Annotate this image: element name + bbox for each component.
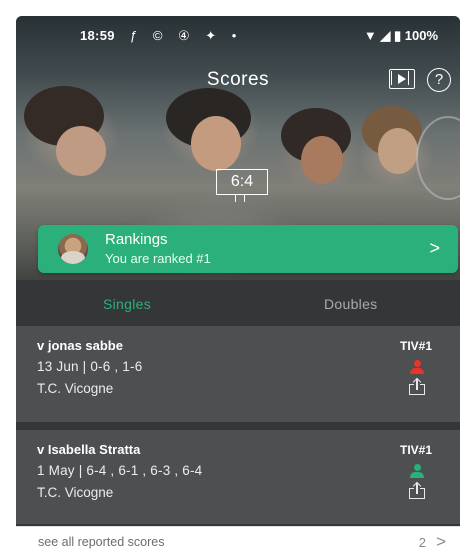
match-detail: 1 May | 6-4 , 6-1 , 6-3 , 6-4 (37, 463, 203, 478)
battery-icon: ▮ (393, 28, 402, 43)
reported-scores-link[interactable]: see all reported scores 2 > (16, 526, 460, 554)
ranking-tag: TIV#1 (399, 339, 432, 353)
chevron-right-icon: > (436, 532, 446, 551)
avatar (58, 234, 88, 264)
chevron-right-icon: > (429, 238, 440, 258)
opponent-name: v jonas sabbe (37, 338, 123, 353)
share-icon[interactable] (409, 377, 425, 395)
tab-singles[interactable]: Singles (103, 296, 151, 312)
person-win-icon (410, 464, 424, 478)
video-icon[interactable] (389, 69, 415, 89)
list-item[interactable]: v Isabella Stratta 1 May | 6-4 , 6-1 , 6… (16, 430, 460, 524)
match-detail: 13 Jun | 0-6 , 1-6 (37, 359, 143, 374)
film-strip-left (391, 71, 395, 85)
person-loss-icon (410, 360, 424, 374)
signal-icon: ◢ (380, 28, 391, 43)
rankings-title: Rankings (105, 231, 168, 248)
list-item[interactable]: v jonas sabbe 13 Jun | 0-6 , 1-6 T.C. Vi… (16, 326, 460, 422)
share-icon[interactable] (409, 481, 425, 499)
status-icons: ƒ © ④ ✦ • (130, 28, 243, 43)
app-screen: 18:59 ƒ © ④ ✦ • ▼ ◢ ▮ 100% Scores ? 6:4 … (16, 16, 460, 554)
status-bar: 18:59 ƒ © ④ ✦ • ▼ ◢ ▮ 100% (16, 16, 460, 52)
status-time: 18:59 (80, 28, 115, 43)
wifi-icon: ▼ (363, 28, 377, 43)
help-icon[interactable]: ? (427, 68, 451, 92)
club-name: T.C. Vicogne (37, 381, 114, 396)
tab-bar: Singles Doubles (16, 280, 460, 326)
scoreboard-post (235, 195, 245, 202)
rankings-card[interactable]: Rankings You are ranked #1 > (38, 225, 458, 273)
opponent-name: v Isabella Stratta (37, 442, 141, 457)
club-name: T.C. Vicogne (37, 485, 114, 500)
rankings-subtitle: You are ranked #1 (105, 251, 211, 266)
ranking-tag: TIV#1 (399, 443, 432, 457)
scoreboard-sign: 6:4 (216, 169, 268, 195)
reported-scores-label: see all reported scores (38, 535, 165, 549)
hero-banner: 18:59 ƒ © ④ ✦ • ▼ ◢ ▮ 100% Scores ? 6:4 … (16, 16, 460, 280)
reported-scores-count: 2 (418, 535, 426, 550)
play-icon (398, 74, 406, 84)
tab-doubles[interactable]: Doubles (324, 296, 377, 312)
battery-percent: 100% (404, 28, 438, 43)
film-strip-right (408, 71, 412, 85)
battery-indicator: ▼ ◢ ▮ 100% (364, 28, 438, 44)
